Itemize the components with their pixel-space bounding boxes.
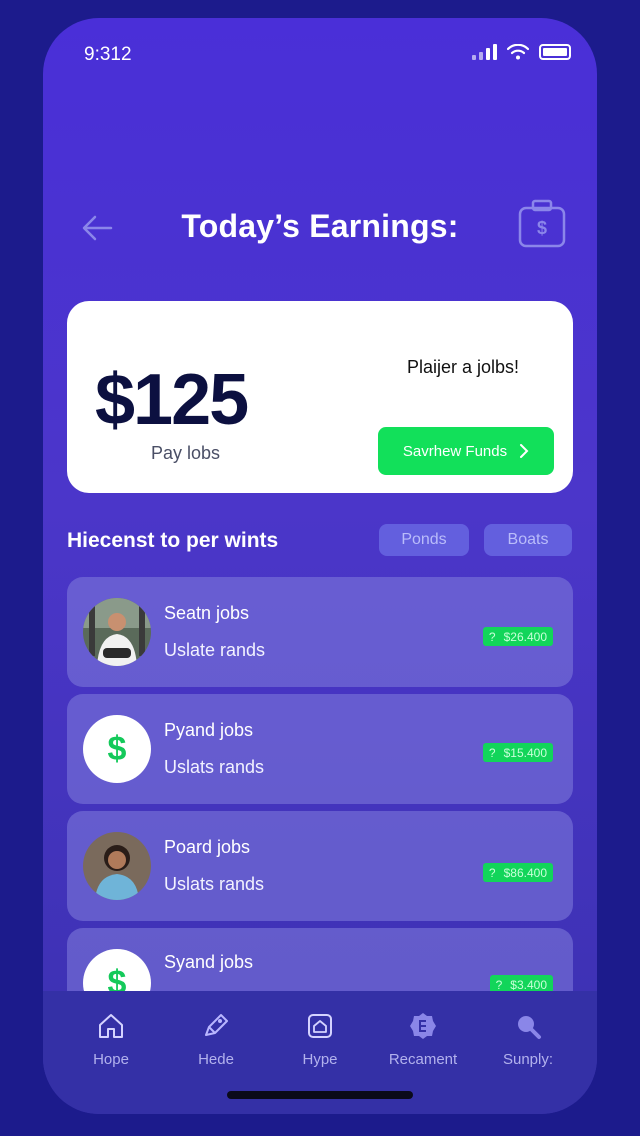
section-title: Hiecenst to per wints: [67, 529, 279, 552]
status-icons: [472, 44, 571, 60]
header: Today’s Earnings: $: [43, 178, 597, 278]
tag-icon: [205, 1014, 228, 1036]
wifi-icon: [507, 44, 529, 60]
list-item[interactable]: $ Pyand jobs Uslats rands ? $15.400: [67, 694, 573, 804]
nav-label: Hede: [198, 1051, 234, 1068]
job-list: Seatn jobs Uslate rands ? $26.400 $ Pyan…: [67, 577, 573, 1009]
job-subtitle: Uslate rands: [164, 640, 266, 660]
earnings-card: $125 Pay lobs Plaijer a jolbs! Savrhew F…: [67, 301, 573, 493]
earnings-amount: $125: [95, 360, 249, 440]
job-amount: $3.400: [510, 977, 547, 992]
nav-item-hype[interactable]: Hype: [270, 1011, 370, 1068]
house-box-icon: [308, 1014, 332, 1038]
nav-label: Sunply:: [502, 1051, 554, 1068]
section-header: Hiecenst to per wints Ponds Boats: [67, 523, 573, 559]
home-icon: [99, 1014, 123, 1038]
job-amount-badge: ? $86.400: [482, 863, 553, 882]
signal-icon: [472, 44, 497, 60]
badge-icon: ?: [488, 629, 496, 644]
nav-label: Hope: [93, 1051, 129, 1068]
withdraw-button-label: Savrhew Funds: [402, 442, 508, 460]
avatar: [83, 598, 151, 666]
badge-icon: ?: [488, 865, 496, 880]
nav-item-recament[interactable]: Recament: [373, 1011, 473, 1068]
badge-icon: ?: [488, 745, 496, 760]
job-subtitle: Uslats rands: [164, 874, 265, 894]
list-item[interactable]: Poard jobs Uslats rands ? $86.400: [67, 811, 573, 921]
wallet-dollar-icon[interactable]: $: [517, 198, 567, 250]
job-subtitle: Uslats rands: [164, 757, 265, 777]
filter-chip-boats[interactable]: Boats: [484, 524, 572, 556]
badge-icon: ?: [495, 977, 503, 992]
page-title: Today’s Earnings:: [181, 208, 459, 244]
earnings-prompt: Plaijer a jolbs!: [406, 357, 519, 377]
avatar: [83, 832, 151, 900]
dollar-icon: $: [83, 715, 151, 783]
job-name: Syand jobs: [164, 952, 254, 972]
badge-icon: [410, 1013, 436, 1039]
home-indicator[interactable]: [227, 1091, 413, 1099]
job-name: Seatn jobs: [164, 603, 250, 623]
list-item[interactable]: Seatn jobs Uslate rands ? $26.400: [67, 577, 573, 687]
search-icon: [518, 1016, 541, 1039]
job-amount-badge: ? $26.400: [482, 627, 553, 646]
withdraw-funds-button[interactable]: Savrhew Funds: [378, 427, 554, 475]
status-time: 9:312: [84, 44, 132, 65]
chevron-right-icon: [520, 444, 529, 458]
nav-item-sunply[interactable]: Sunply:: [478, 1011, 578, 1068]
nav-item-hede[interactable]: Hede: [166, 1011, 266, 1068]
person-photo-icon: [83, 598, 151, 666]
nav-label: Hype: [302, 1051, 338, 1068]
job-amount-badge: ? $15.400: [482, 743, 553, 762]
job-amount: $26.400: [503, 629, 547, 644]
job-amount: $15.400: [503, 745, 547, 760]
nav-item-hope[interactable]: Hope: [61, 1011, 161, 1068]
battery-icon: [539, 44, 571, 60]
filter-chip-ponds[interactable]: Ponds: [379, 524, 469, 556]
phone-screen: 9:312 Today’s Earnings: $ $125 Pay lobs …: [43, 18, 597, 1114]
job-name: Pyand jobs: [164, 720, 254, 740]
nav-label: Recament: [388, 1051, 458, 1068]
earnings-subtitle: Pay lobs: [151, 443, 221, 463]
job-name: Poard jobs: [164, 837, 251, 857]
status-bar: 9:312: [43, 18, 597, 88]
job-amount: $86.400: [503, 865, 547, 880]
svg-text:$: $: [537, 218, 547, 238]
person-photo-icon: [83, 832, 151, 900]
